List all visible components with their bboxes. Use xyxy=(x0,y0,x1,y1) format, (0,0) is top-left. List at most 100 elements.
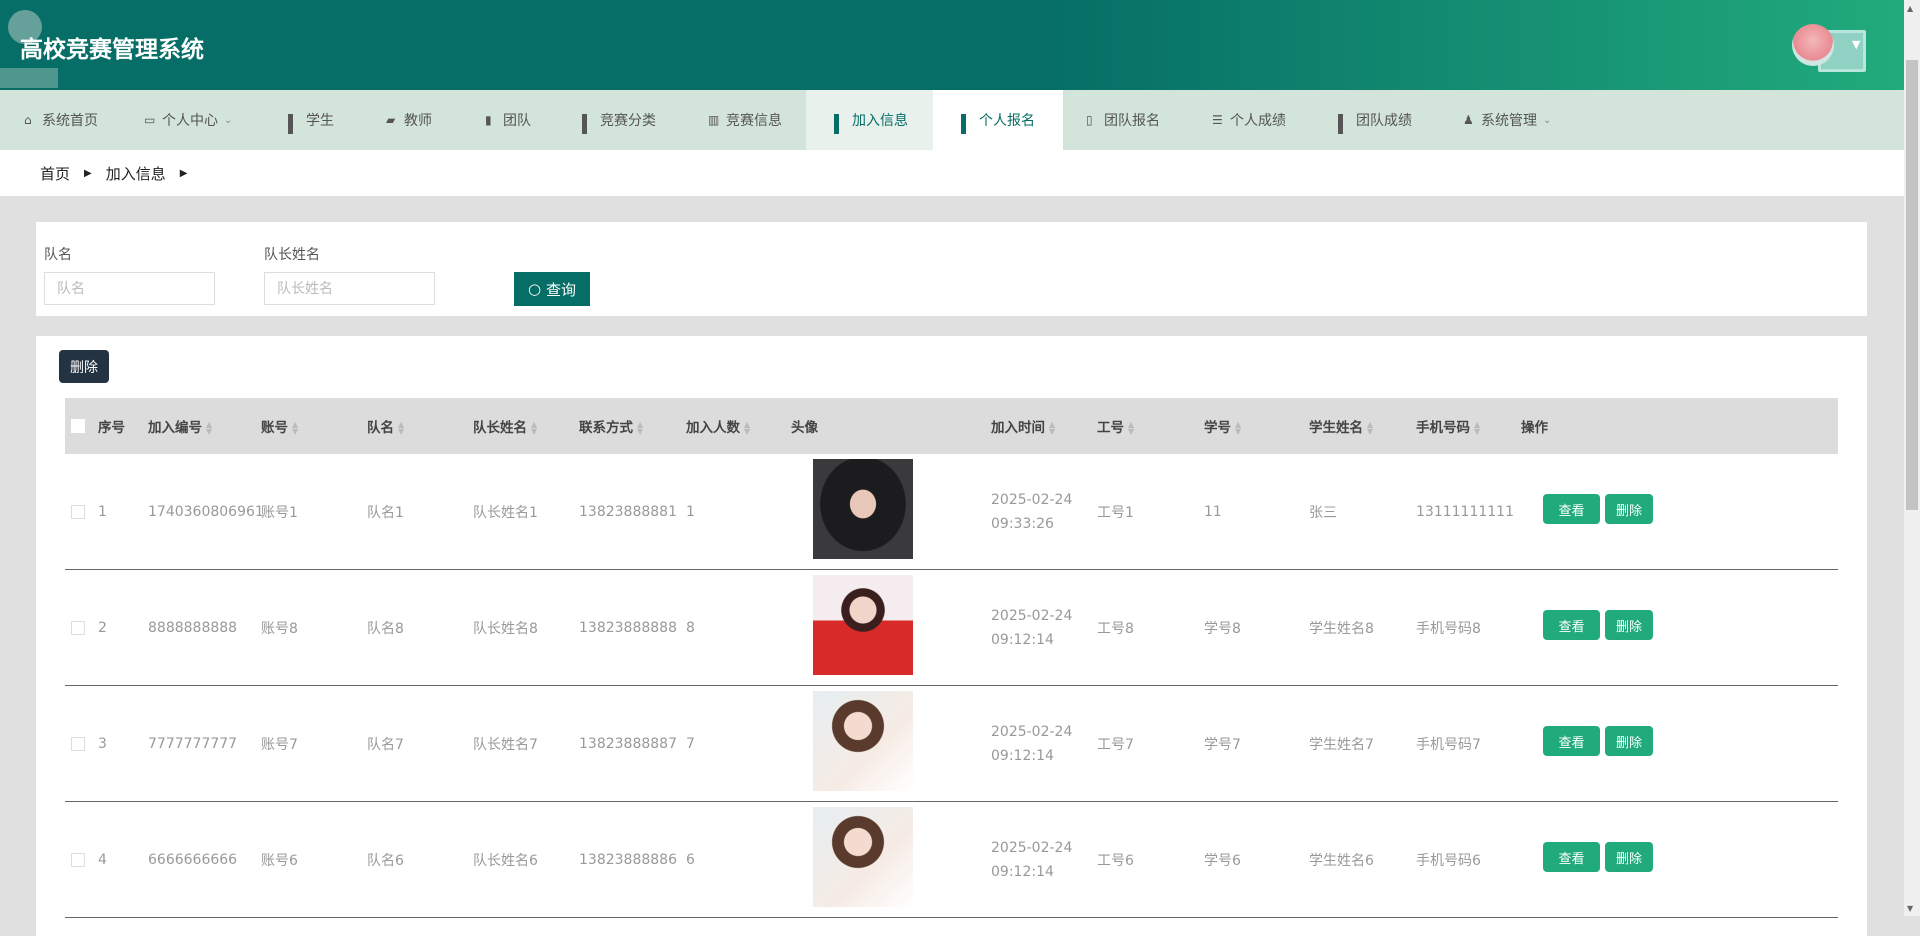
cell-count: 1 xyxy=(686,503,695,520)
nav-tab-5[interactable]: 竞赛分类 xyxy=(582,90,656,150)
nav-tab-label: 个人报名 xyxy=(979,113,1035,129)
view-button[interactable]: 查看 xyxy=(1543,610,1600,640)
column-header[interactable]: 队名 ▲ ▼ xyxy=(367,416,404,436)
column-header[interactable]: 工号 ▲ ▼ xyxy=(1097,416,1134,436)
nav-tab-label: 个人成绩 xyxy=(1230,113,1286,129)
avatar-image[interactable] xyxy=(813,691,913,791)
cell-account: 账号1 xyxy=(261,504,298,521)
column-header-label: 账号 xyxy=(261,420,288,436)
breadcrumb-current[interactable]: 加入信息 xyxy=(106,163,166,184)
column-header: 操作 xyxy=(1521,416,1548,436)
sort-icon[interactable]: ▲ ▼ xyxy=(1367,421,1373,436)
avatar-image[interactable] xyxy=(813,807,913,907)
nav-tab-12[interactable]: ♟ 系统管理 ⌄ xyxy=(1463,90,1551,150)
column-header[interactable]: 加入时间 ▲ ▼ xyxy=(991,416,1055,436)
sort-icon[interactable]: ▲ ▼ xyxy=(206,421,212,436)
cell-sname: 学生姓名6 xyxy=(1309,852,1374,869)
nav-tab-8[interactable]: 个人报名 xyxy=(933,90,1063,150)
avatar-image[interactable] xyxy=(813,575,913,675)
delete-button[interactable]: 删除 xyxy=(1605,494,1653,524)
cell-leader: 队长姓名7 xyxy=(473,736,538,753)
column-header: 头像 xyxy=(791,416,818,436)
breadcrumb-home[interactable]: 首页 xyxy=(40,163,70,184)
table-row: 1 1740360806961 账号1 队名1 队长姓名1 13823888881 1 202… xyxy=(65,454,1838,570)
column-header[interactable]: 学号 ▲ ▼ xyxy=(1204,416,1241,436)
nav-tab-7[interactable]: 加入信息 xyxy=(806,90,936,150)
scroll-down-icon[interactable]: ▼ xyxy=(1907,904,1913,913)
user-avatar[interactable] xyxy=(1792,24,1834,66)
row-checkbox[interactable] xyxy=(71,504,85,519)
nav-tab-1[interactable]: ▭ 个人中心 ⌄ xyxy=(144,90,232,150)
avatar-image[interactable] xyxy=(813,459,913,559)
sort-icon[interactable]: ▲ ▼ xyxy=(1128,421,1134,436)
nav-tab-9[interactable]: ▯ 团队报名 xyxy=(1086,90,1160,150)
sort-icon[interactable]: ▲ ▼ xyxy=(292,421,298,436)
nav-tab-label: 团队报名 xyxy=(1104,113,1160,129)
grid-icon xyxy=(582,114,594,134)
column-header[interactable]: 联系方式 ▲ ▼ xyxy=(579,416,643,436)
nav-tab-4[interactable]: ▮ 团队 xyxy=(485,90,531,150)
nav-tab-0[interactable]: ⌂ 系统首页 xyxy=(24,90,98,150)
delete-button[interactable]: 删除 xyxy=(1605,726,1653,756)
row-checkbox[interactable] xyxy=(71,620,85,635)
column-header[interactable]: 学生姓名 ▲ ▼ xyxy=(1309,416,1373,436)
search-icon: ○ xyxy=(527,280,542,298)
row-checkbox[interactable] xyxy=(71,852,85,867)
nav-tab-label: 系统首页 xyxy=(42,113,98,129)
view-button[interactable]: 查看 xyxy=(1543,726,1600,756)
nav-tab-3[interactable]: ▰ 教师 xyxy=(386,90,432,150)
cell-sid: 学号7 xyxy=(1204,736,1241,753)
row-checkbox[interactable] xyxy=(71,736,85,751)
sort-icon[interactable]: ▲ ▼ xyxy=(1474,421,1480,436)
cell-no: 3 xyxy=(98,735,107,752)
cell-account: 账号8 xyxy=(261,620,298,637)
sort-icon[interactable]: ▲ ▼ xyxy=(1049,421,1055,436)
cell-sid: 学号8 xyxy=(1204,620,1241,637)
cell-staff: 工号8 xyxy=(1097,620,1134,637)
nav-tab-label: 竞赛分类 xyxy=(600,113,656,129)
scroll-up-icon[interactable]: ▲ xyxy=(1907,4,1913,13)
cell-mobile: 13111111111 xyxy=(1416,503,1514,520)
nav-tab-6[interactable]: ▥ 竞赛信息 xyxy=(708,90,782,150)
cell-leader: 队长姓名1 xyxy=(473,504,538,521)
grid-icon xyxy=(961,114,973,134)
sort-icon[interactable]: ▲ ▼ xyxy=(637,421,643,436)
sort-icon[interactable]: ▲ ▼ xyxy=(531,421,537,436)
column-header-label: 加入编号 xyxy=(148,420,202,436)
column-header-label: 加入人数 xyxy=(686,420,740,436)
cell-phone: 13823888887 xyxy=(579,735,677,752)
sort-icon[interactable]: ▲ ▼ xyxy=(398,421,404,436)
team-name-input[interactable] xyxy=(44,272,215,305)
scrollbar-thumb[interactable] xyxy=(1906,60,1918,510)
batch-delete-button[interactable]: 删除 xyxy=(59,350,109,383)
leader-name-input[interactable] xyxy=(264,272,435,305)
home-icon: ⌂ xyxy=(24,113,32,127)
nav-tab-label: 教师 xyxy=(404,113,432,129)
delete-button[interactable]: 删除 xyxy=(1605,842,1653,872)
view-button[interactable]: 查看 xyxy=(1543,494,1600,524)
nav-tab-label: 竞赛信息 xyxy=(726,113,782,129)
column-header[interactable]: 队长姓名 ▲ ▼ xyxy=(473,416,537,436)
cell-leader: 队长姓名6 xyxy=(473,852,538,869)
column-header[interactable]: 加入人数 ▲ ▼ xyxy=(686,416,750,436)
delete-button[interactable]: 删除 xyxy=(1605,610,1653,640)
cell-sid: 11 xyxy=(1204,503,1222,520)
user-icon: ♟ xyxy=(1463,113,1474,127)
nav-tab-11[interactable]: 团队成绩 xyxy=(1338,90,1412,150)
nav-tab-2[interactable]: 学生 xyxy=(288,90,334,150)
column-header[interactable]: 账号 ▲ ▼ xyxy=(261,416,298,436)
column-header[interactable]: 加入编号 ▲ ▼ xyxy=(148,416,212,436)
column-header: 序号 xyxy=(98,416,125,436)
column-header[interactable]: 手机号码 ▲ ▼ xyxy=(1416,416,1480,436)
app-header: 高校竞赛管理系统 ▼ xyxy=(0,0,1904,90)
sort-icon[interactable]: ▲ ▼ xyxy=(1235,421,1241,436)
grid-icon xyxy=(834,114,846,134)
chevron-down-icon: ⌄ xyxy=(1543,114,1552,126)
user-menu-caret-icon[interactable]: ▼ xyxy=(1852,38,1860,51)
select-all-checkbox[interactable] xyxy=(71,419,85,433)
view-button[interactable]: 查看 xyxy=(1543,842,1600,872)
nav-tab-10[interactable]: ☰ 个人成绩 xyxy=(1212,90,1286,150)
cell-phone: 13823888886 xyxy=(579,851,677,868)
sort-icon[interactable]: ▲ ▼ xyxy=(744,421,750,436)
search-button[interactable]: ○ 查询 xyxy=(514,272,590,306)
